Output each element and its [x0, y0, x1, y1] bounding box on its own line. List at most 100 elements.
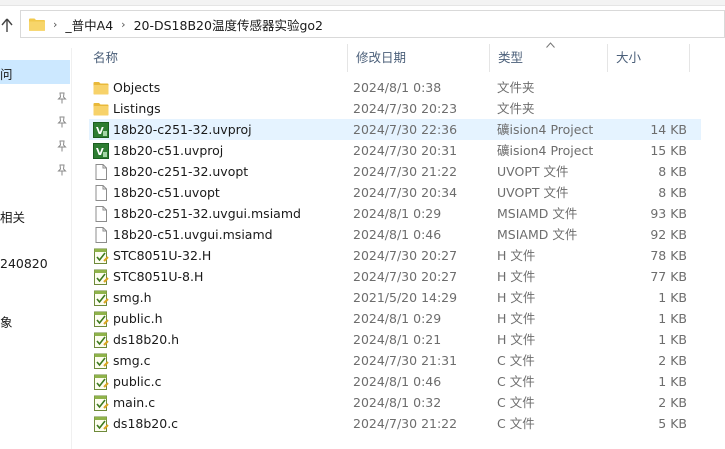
blank-file-icon — [93, 227, 109, 243]
address-bar[interactable]: › _普中A4 › 20-DS18B20温度传感器实验go2 — [20, 10, 725, 38]
nav-item-label[interactable]: 问 — [0, 64, 13, 83]
file-type: 文件夹 — [497, 80, 535, 95]
pin-icon[interactable] — [57, 164, 67, 176]
source-file-icon — [93, 416, 109, 432]
file-name: 18b20-c51.uvproj — [113, 143, 224, 158]
column-header-size[interactable]: 大小 — [608, 44, 690, 72]
file-row[interactable]: smg.h 2021/5/20 14:29 H 文件 1 KB — [89, 287, 701, 308]
file-name: ds18b20.h — [113, 332, 180, 347]
file-size: 1 KB — [658, 311, 687, 326]
file-row[interactable]: ds18b20.h 2024/8/1 0:21 H 文件 1 KB — [89, 329, 701, 350]
file-size: 92 KB — [650, 227, 687, 242]
file-name: 18b20-c251-32.uvgui.msiamd — [113, 206, 301, 221]
source-file-icon — [93, 311, 109, 327]
column-header-name[interactable]: 名称 — [85, 44, 348, 72]
file-name: 18b20-c51.uvgui.msiamd — [113, 227, 273, 242]
file-modified-date: 2024/7/30 21:22 — [353, 164, 458, 179]
pin-icon[interactable] — [57, 116, 67, 128]
file-modified-date: 2024/7/30 20:27 — [353, 248, 458, 263]
breadcrumb-item-parent[interactable]: _普中A4 — [65, 15, 113, 34]
file-row[interactable]: Objects 2024/8/1 0:38 文件夹 — [89, 77, 701, 98]
file-row[interactable]: public.c 2024/8/1 0:46 C 文件 1 KB — [89, 371, 701, 392]
uvision-project-icon: V — [93, 143, 109, 159]
navigation-pane: 问 相关 240820 象 — [0, 48, 72, 449]
file-type: H 文件 — [497, 290, 536, 305]
file-modified-date: 2024/8/1 0:21 — [353, 332, 442, 347]
file-modified-date: 2024/8/1 0:38 — [353, 80, 442, 95]
svg-text:V: V — [96, 147, 104, 158]
source-file-icon — [93, 248, 109, 264]
file-row[interactable]: STC8051U-8.H 2024/7/30 20:27 H 文件 77 KB — [89, 266, 701, 287]
file-row[interactable]: 18b20-c51.uvopt 2024/7/30 20:34 UVOPT 文件 8 … — [89, 182, 701, 203]
file-name: ds18b20.c — [113, 416, 179, 431]
file-row[interactable]: 18b20-c251-32.uvopt 2024/7/30 21:22 UVOPT … — [89, 161, 701, 182]
nav-item-label[interactable]: 240820 — [0, 256, 48, 271]
file-type: H 文件 — [497, 311, 536, 326]
file-modified-date: 2024/8/1 0:46 — [353, 374, 442, 389]
file-size: 1 KB — [658, 332, 687, 347]
file-type: C 文件 — [497, 374, 535, 389]
pin-icon[interactable] — [57, 140, 67, 152]
file-name: main.c — [113, 395, 156, 410]
file-type: C 文件 — [497, 353, 535, 368]
file-name: public.c — [113, 374, 162, 389]
file-size: 93 KB — [650, 206, 687, 221]
file-name: Objects — [113, 80, 161, 95]
file-type: H 文件 — [497, 332, 536, 347]
file-size: 78 KB — [650, 248, 687, 263]
file-row[interactable]: 18b20-c51.uvgui.msiamd 2024/8/1 0:46 MSIAM… — [89, 224, 701, 245]
file-modified-date: 2024/8/1 0:46 — [353, 227, 442, 242]
file-size: 77 KB — [650, 269, 687, 284]
file-size: 14 KB — [650, 122, 687, 137]
file-type: UVOPT 文件 — [497, 164, 569, 179]
file-row[interactable]: main.c 2024/8/1 0:32 C 文件 2 KB — [89, 392, 701, 413]
file-row[interactable]: Listings 2024/7/30 20:23 文件夹 — [89, 98, 701, 119]
window-top-strip — [0, 0, 725, 6]
blank-file-icon — [93, 185, 109, 201]
file-row[interactable]: smg.c 2024/7/30 21:31 C 文件 2 KB — [89, 350, 701, 371]
folder-icon — [29, 18, 45, 31]
file-type: 文件夹 — [497, 101, 535, 116]
folder-icon — [93, 80, 109, 96]
file-modified-date: 2024/7/30 20:27 — [353, 269, 458, 284]
up-arrow-icon[interactable] — [0, 17, 14, 33]
file-type: C 文件 — [497, 395, 535, 410]
source-file-icon — [93, 269, 109, 285]
file-modified-date: 2024/7/30 20:23 — [353, 101, 458, 116]
source-file-icon — [93, 353, 109, 369]
sort-ascending-icon — [546, 40, 555, 51]
blank-file-icon — [93, 164, 109, 180]
file-row[interactable]: V 18b20-c51.uvproj 2024/7/30 20:31 礦ision4 … — [89, 140, 701, 161]
file-size: 1 KB — [658, 290, 687, 305]
file-type: H 文件 — [497, 248, 536, 263]
file-type: MSIAMD 文件 — [497, 206, 578, 221]
file-type: MSIAMD 文件 — [497, 227, 578, 242]
file-row[interactable]: public.h 2024/8/1 0:29 H 文件 1 KB — [89, 308, 701, 329]
file-size: 1 KB — [658, 374, 687, 389]
source-file-icon — [93, 395, 109, 411]
file-size: 15 KB — [650, 143, 687, 158]
file-row[interactable]: ds18b20.c 2024/7/30 21:22 C 文件 5 KB — [89, 413, 701, 434]
file-modified-date: 2021/5/20 14:29 — [353, 290, 458, 305]
chevron-right-icon: › — [53, 17, 58, 31]
column-header-date[interactable]: 修改日期 — [348, 44, 490, 72]
file-row[interactable]: STC8051U-32.H 2024/7/30 20:27 H 文件 78 KB — [89, 245, 701, 266]
nav-item-label[interactable]: 相关 — [0, 207, 25, 226]
file-size: 8 KB — [658, 185, 687, 200]
file-row[interactable]: V 18b20-c251-32.uvproj 2024/7/30 22:36 礦isi… — [89, 119, 701, 140]
chevron-right-icon: › — [121, 17, 126, 31]
pin-icon[interactable] — [57, 92, 67, 104]
file-modified-date: 2024/8/1 0:29 — [353, 206, 442, 221]
file-name: public.h — [113, 311, 163, 326]
file-name: smg.c — [113, 353, 151, 368]
file-modified-date: 2024/7/30 21:31 — [353, 353, 458, 368]
svg-text:V: V — [96, 126, 104, 137]
blank-file-icon — [93, 206, 109, 222]
file-row[interactable]: 18b20-c251-32.uvgui.msiamd 2024/8/1 0:29 M… — [89, 203, 701, 224]
nav-item-label[interactable]: 象 — [0, 312, 13, 331]
file-type: 礦ision4 Project — [497, 143, 594, 158]
breadcrumb-item-current[interactable]: 20-DS18B20温度传感器实验go2 — [134, 15, 323, 34]
file-size: 5 KB — [658, 416, 687, 431]
file-modified-date: 2024/7/30 22:36 — [353, 122, 458, 137]
source-file-icon — [93, 374, 109, 390]
